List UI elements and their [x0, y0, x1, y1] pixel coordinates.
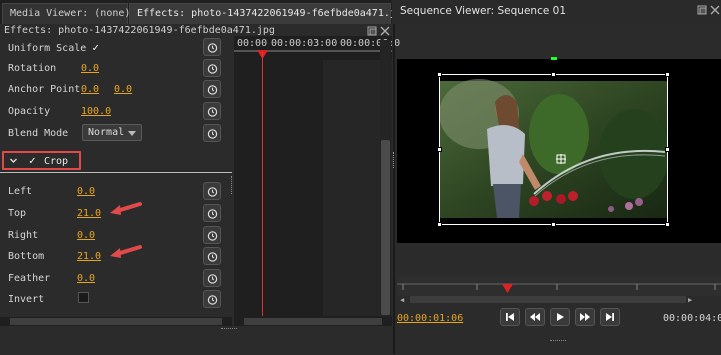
transform-handle[interactable] [437, 147, 442, 152]
ruler-tick-label: 00:00:03:00 [271, 38, 338, 49]
tab-media-viewer[interactable]: Media Viewer: (none) [2, 3, 131, 24]
rewind-icon[interactable] [525, 308, 545, 326]
splitter-handle[interactable] [231, 176, 233, 194]
chevron-down-icon [128, 131, 136, 136]
crop-invert-checkbox[interactable] [78, 292, 89, 303]
go-to-start-icon[interactable] [500, 308, 520, 326]
crop-enable-checkbox[interactable]: ✓ [29, 154, 36, 167]
scrollbar-thumb[interactable] [10, 318, 222, 325]
sequence-viewer-title: Sequence Viewer: Sequence 01 [400, 5, 567, 17]
tab-effects[interactable]: Effects: photo-1437422061949-f6efbde0a47… [129, 3, 408, 24]
stopwatch-icon[interactable] [203, 59, 221, 77]
blend-mode-select[interactable]: Normal [82, 124, 142, 141]
blend-mode-label: Blend Mode [8, 128, 69, 139]
effects-panel-title: Effects: photo-1437422061949-f6efbde0a47… [4, 25, 275, 36]
scrollbar-thumb[interactable] [381, 140, 390, 315]
anchor-point-x-value[interactable]: 0.0 [81, 84, 99, 95]
stopwatch-icon[interactable] [203, 226, 221, 244]
crop-top-label: Top [8, 208, 27, 219]
playhead-line [262, 52, 263, 316]
stopwatch-icon[interactable] [203, 102, 221, 120]
transform-bounding-box[interactable] [439, 74, 668, 225]
uniform-scale-label: Uniform Scale [8, 43, 87, 54]
uniform-scale-checkbox[interactable]: ✓ [92, 41, 99, 54]
close-icon[interactable] [710, 5, 720, 18]
splitter-handle[interactable] [221, 328, 237, 330]
stopwatch-icon[interactable] [203, 204, 221, 222]
crop-right-value[interactable]: 0.0 [77, 230, 95, 241]
crop-top-value[interactable]: 21.0 [77, 208, 101, 219]
timeline-ruler[interactable]: 00:00 00:00:03:00 00:00:06:0 [234, 36, 400, 50]
crop-left-label: Left [8, 186, 33, 197]
sequence-scrubber[interactable] [397, 276, 721, 296]
anchor-crosshair-icon[interactable] [556, 154, 566, 167]
current-timecode[interactable]: 00:00:01:06 [397, 313, 463, 324]
ruler-tick-label: 00:00 [237, 38, 268, 49]
ruler-tick-label: 00:00:06:0 [340, 38, 401, 49]
transform-handle[interactable] [437, 222, 442, 227]
crop-section-label[interactable]: Crop [44, 156, 68, 167]
opacity-label: Opacity [8, 106, 51, 117]
fast-forward-icon[interactable] [575, 308, 595, 326]
sequence-scrollbar[interactable] [410, 296, 686, 303]
crop-divider [0, 172, 232, 173]
anchor-point-label: Anchor Point [8, 84, 81, 95]
duration-timecode: 00:00:04:00 [663, 313, 721, 324]
crop-bottom-value[interactable]: 21.0 [77, 251, 101, 262]
transform-handle[interactable] [551, 222, 556, 227]
crop-bottom-label: Bottom [8, 251, 45, 262]
transform-handle[interactable] [665, 222, 670, 227]
crop-feather-value[interactable]: 0.0 [77, 273, 95, 284]
red-arrow-icon [108, 200, 142, 221]
panel-divider [393, 24, 395, 354]
crop-left-value[interactable]: 0.0 [77, 186, 95, 197]
stopwatch-icon[interactable] [203, 247, 221, 265]
chevron-down-icon[interactable] [9, 156, 18, 168]
splitter-handle[interactable] [550, 340, 566, 342]
rotation-value[interactable]: 0.0 [81, 63, 99, 74]
blend-mode-value: Normal [88, 127, 125, 138]
rotation-handle[interactable] [551, 57, 557, 60]
stopwatch-icon[interactable] [203, 38, 221, 56]
transform-handle[interactable] [665, 147, 670, 152]
crop-invert-label: Invert [8, 294, 45, 305]
stopwatch-icon[interactable] [203, 182, 221, 200]
stopwatch-icon[interactable] [203, 290, 221, 308]
stopwatch-icon[interactable] [203, 269, 221, 287]
crop-right-label: Right [8, 230, 39, 241]
scrollbar-thumb[interactable] [244, 318, 382, 325]
transform-handle[interactable] [665, 72, 670, 77]
play-icon[interactable] [550, 308, 570, 326]
float-icon[interactable] [697, 5, 707, 18]
stopwatch-icon[interactable] [203, 124, 221, 142]
stopwatch-icon[interactable] [203, 80, 221, 98]
scroll-right-icon[interactable]: ▶ [688, 296, 696, 304]
tab-effects-label: Effects: photo-1437422061949-f6efbde0a47… [137, 8, 408, 19]
transform-handle[interactable] [437, 72, 442, 77]
go-to-end-icon[interactable] [600, 308, 620, 326]
splitter-handle[interactable] [393, 152, 395, 168]
transform-handle[interactable] [551, 72, 556, 77]
tab-media-viewer-label: Media Viewer: (none) [10, 8, 131, 19]
rotation-label: Rotation [8, 63, 57, 74]
opacity-value[interactable]: 100.0 [81, 106, 111, 117]
scroll-left-icon[interactable]: ◀ [400, 296, 408, 304]
red-arrow-icon [108, 243, 142, 264]
anchor-point-y-value[interactable]: 0.0 [114, 84, 132, 95]
uniform-scale-row: Uniform Scale ✓ [8, 41, 99, 54]
crop-feather-label: Feather [8, 273, 51, 284]
